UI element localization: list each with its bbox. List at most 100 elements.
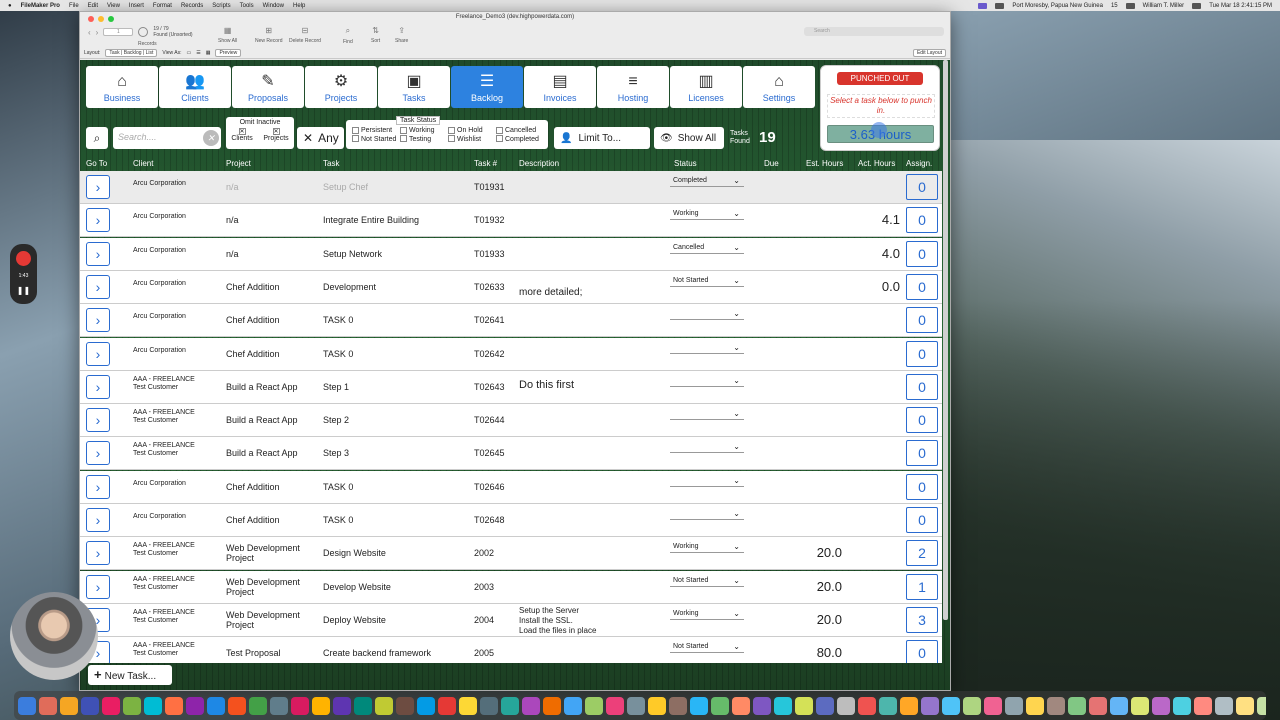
layout-select[interactable]: Task | Backlog | List xyxy=(105,49,158,57)
dock-app-icon[interactable] xyxy=(690,696,708,715)
status-dropdown[interactable]: Not Started ⌄ xyxy=(670,640,744,654)
table-row[interactable]: › AAA - FREELANCE Test Customer Web Develo… xyxy=(80,570,942,604)
table-row[interactable]: › AAA - FREELANCE Test Customer Test Propo… xyxy=(80,637,942,663)
nav-tab-backlog[interactable]: ☰ Backlog xyxy=(451,66,523,108)
dock-app-icon[interactable] xyxy=(1068,696,1086,715)
dock-app-icon[interactable] xyxy=(585,696,603,715)
dock-app-icon[interactable] xyxy=(1215,696,1233,715)
dock-app-icon[interactable] xyxy=(627,696,645,715)
dock-app-icon[interactable] xyxy=(354,696,372,715)
nav-tab-invoices[interactable]: ▤ Invoices xyxy=(524,66,596,108)
dock-app-icon[interactable] xyxy=(795,696,813,715)
punch-out-button[interactable]: PUNCHED OUT xyxy=(837,72,923,85)
status-dropdown[interactable]: Cancelled ⌄ xyxy=(670,241,744,254)
status-checkbox-wishlist[interactable]: Wishlist xyxy=(448,135,494,143)
menu-item[interactable]: Insert xyxy=(129,3,144,9)
table-row[interactable]: › AAA - FREELANCE Test Customer Build a Re… xyxy=(80,370,942,404)
column-header[interactable]: Client xyxy=(133,159,153,168)
nav-tab-business[interactable]: ⌂ Business xyxy=(86,66,158,108)
dock-app-icon[interactable] xyxy=(1089,696,1107,715)
dock-app-icon[interactable] xyxy=(522,696,540,715)
dock-app-icon[interactable] xyxy=(564,696,582,715)
chevron-right-icon[interactable]: › xyxy=(86,408,110,433)
dock-app-icon[interactable] xyxy=(186,696,204,715)
share-button[interactable]: ⇪ Share xyxy=(395,26,408,44)
assign-button[interactable]: 0 xyxy=(906,407,938,434)
dock-app-icon[interactable] xyxy=(270,696,288,715)
dock-app-icon[interactable] xyxy=(963,696,981,715)
assign-button[interactable]: 0 xyxy=(906,340,938,367)
omit-clients-checkbox[interactable]: ✕ Clients xyxy=(231,128,253,142)
column-header[interactable]: Est. Hours xyxy=(806,159,843,168)
dock-app-icon[interactable] xyxy=(459,696,477,715)
assign-button[interactable]: 0 xyxy=(906,207,938,234)
chevron-right-icon[interactable]: › xyxy=(86,474,110,499)
column-header[interactable]: Due xyxy=(764,159,779,168)
edit-layout-button[interactable]: Edit Layout xyxy=(912,49,946,57)
column-header[interactable]: Go To xyxy=(86,159,107,168)
window-search-field[interactable]: Search xyxy=(804,27,944,36)
assign-button[interactable]: 0 xyxy=(906,240,938,267)
dock-app-icon[interactable] xyxy=(879,696,897,715)
dock-app-icon[interactable] xyxy=(501,696,519,715)
find-button[interactable]: ⌕ Find xyxy=(343,26,353,45)
dock-app-icon[interactable] xyxy=(1236,696,1254,715)
status-dropdown[interactable]: ⌄ xyxy=(670,474,744,487)
assign-button[interactable]: 1 xyxy=(906,573,938,600)
status-checkbox-on-hold[interactable]: On Hold xyxy=(448,127,494,134)
table-row[interactable]: › Arcu Corporation n/a Setup Network T01933 C… xyxy=(80,237,942,271)
table-row[interactable]: › Arcu Corporation n/a Integrate Entire Bui… xyxy=(80,204,942,238)
status-checkbox-completed[interactable]: Completed xyxy=(496,135,542,143)
search-button[interactable]: ⌕ xyxy=(86,127,108,149)
assign-button[interactable]: 0 xyxy=(906,373,938,400)
nav-tab-settings[interactable]: ⌂ Settings xyxy=(743,66,815,108)
status-dropdown[interactable]: ⌄ xyxy=(670,374,744,387)
column-header[interactable]: Act. Hours xyxy=(858,159,895,168)
chevron-right-icon[interactable]: › xyxy=(86,508,110,532)
chevron-right-icon[interactable]: › xyxy=(86,175,110,199)
menu-item[interactable]: File xyxy=(69,3,79,9)
clear-search-icon[interactable]: ✕ xyxy=(203,130,219,146)
dock-app-icon[interactable] xyxy=(774,696,792,715)
status-checkbox-not-started[interactable]: Not Started xyxy=(352,135,398,143)
table-row[interactable]: › Arcu Corporation n/a Setup Chef T01931 Comp… xyxy=(80,171,942,204)
nav-tab-proposals[interactable]: ✎ Proposals xyxy=(232,66,304,108)
status-checkbox-working[interactable]: Working xyxy=(400,127,446,134)
show-all-button[interactable]: 👁 Show All xyxy=(654,127,724,149)
chevron-right-icon[interactable]: › xyxy=(86,241,110,266)
menu-app-name[interactable]: FileMaker Pro xyxy=(21,3,60,9)
dock-app-icon[interactable] xyxy=(165,696,183,715)
dock-app-icon[interactable] xyxy=(669,696,687,715)
screen-record-icon[interactable] xyxy=(978,2,988,9)
table-row[interactable]: › AAA - FREELANCE Test Customer Build a Re… xyxy=(80,404,942,438)
menu-clock[interactable]: Tue Mar 18 2:41:15 PM xyxy=(1209,3,1272,9)
assign-button[interactable]: 0 xyxy=(906,440,938,467)
control-center-icon[interactable] xyxy=(1192,2,1202,9)
dock-app-icon[interactable] xyxy=(291,696,309,715)
dock-app-icon[interactable] xyxy=(81,696,99,715)
assign-button[interactable]: 0 xyxy=(906,307,938,334)
dock-app-icon[interactable] xyxy=(375,696,393,715)
dock-app-icon[interactable] xyxy=(648,696,666,715)
chevron-right-icon[interactable]: › xyxy=(86,308,110,333)
nav-tab-projects[interactable]: ⚙ Projects xyxy=(305,66,377,108)
dock-app-icon[interactable] xyxy=(417,696,435,715)
menu-item[interactable]: Format xyxy=(153,3,172,9)
chevron-right-icon[interactable]: › xyxy=(86,274,110,299)
dock-app-icon[interactable] xyxy=(102,696,120,715)
menu-item[interactable]: Window xyxy=(263,3,284,9)
dock-app-icon[interactable] xyxy=(753,696,771,715)
next-record-icon[interactable]: › xyxy=(96,28,99,37)
dock-app-icon[interactable] xyxy=(858,696,876,715)
status-dropdown[interactable]: Not Started ⌄ xyxy=(670,574,744,587)
chevron-right-icon[interactable]: › xyxy=(86,341,110,366)
status-dropdown[interactable]: Working ⌄ xyxy=(670,540,744,554)
column-header[interactable]: Description xyxy=(519,159,559,168)
dock-app-icon[interactable] xyxy=(606,696,624,715)
dock-app-icon[interactable] xyxy=(39,696,57,715)
menu-item[interactable]: Scripts xyxy=(212,3,230,9)
table-row[interactable]: › Arcu Corporation Chef Addition Developmen… xyxy=(80,270,942,304)
dock-app-icon[interactable] xyxy=(60,696,78,715)
chevron-right-icon[interactable]: › xyxy=(86,574,110,599)
table-row[interactable]: › Arcu Corporation Chef Addition TASK 0 T026… xyxy=(80,470,942,504)
